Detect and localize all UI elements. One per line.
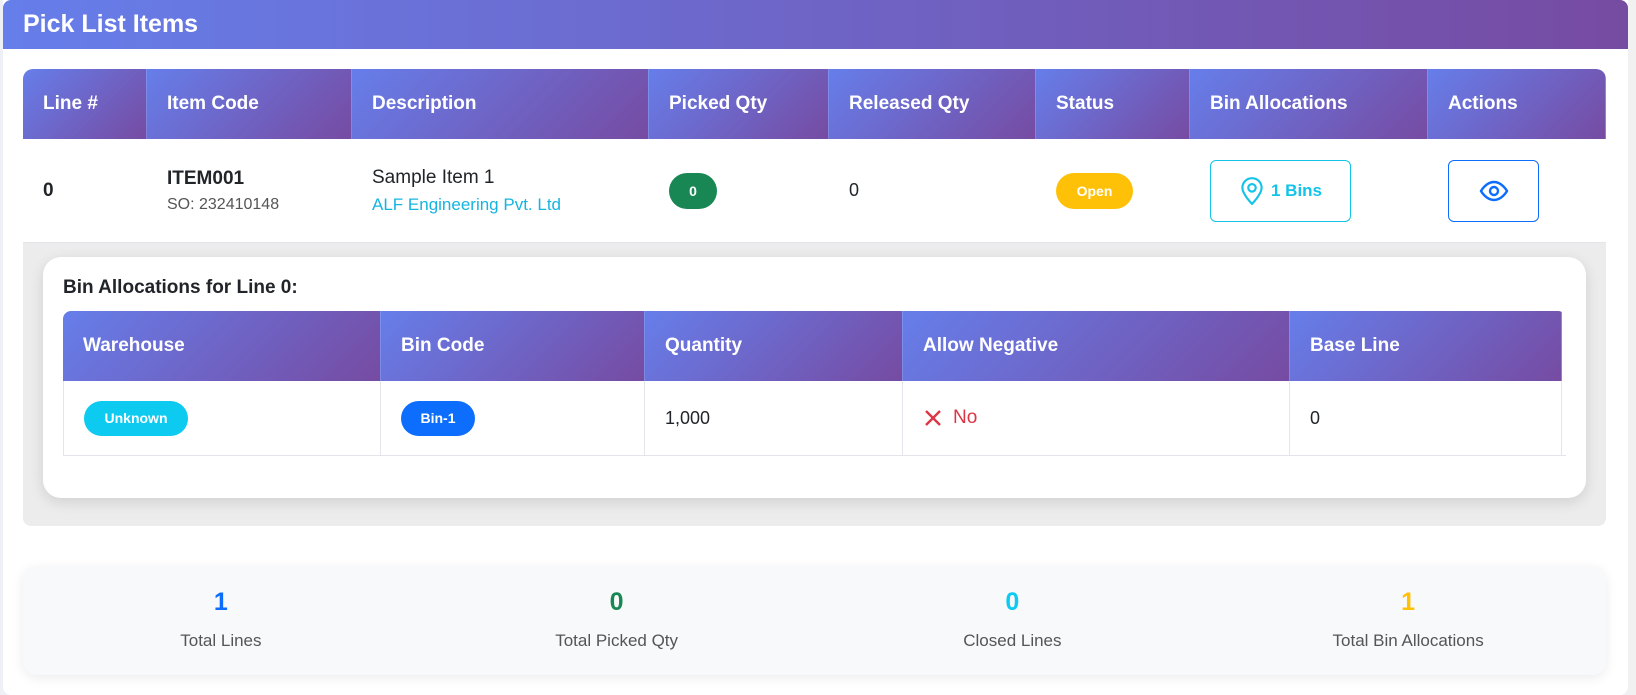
customer-name: ALF Engineering Pvt. Ltd (372, 194, 562, 214)
bin-table-header: Warehouse Bin Code Quantity Allow Negati… (63, 311, 1566, 381)
allow-negative-label: No (953, 407, 978, 428)
sales-order-ref: SO: 232410148 (167, 195, 280, 213)
line-number: 0 (43, 179, 54, 201)
col-header-warehouse: Warehouse (63, 311, 381, 381)
stat-label: Closed Lines (963, 631, 1062, 650)
warehouse-badge: Unknown (84, 400, 188, 436)
stat-total-picked-qty: 0 Total Picked Qty (419, 566, 815, 675)
allow-negative-value: No (923, 407, 977, 429)
eye-icon (1479, 180, 1508, 201)
col-header-status[interactable]: Status (1036, 69, 1190, 139)
picked-qty-badge: 0 (669, 172, 717, 209)
pick-list-table: Line # Item Code Description Picked Qty … (23, 69, 1606, 526)
view-button[interactable] (1448, 159, 1539, 222)
released-qty: 0 (849, 180, 860, 200)
col-header-bin-code: Bin Code (381, 311, 645, 381)
map-pin-icon (1241, 176, 1263, 205)
col-header-allow-negative: Allow Negative (903, 311, 1290, 381)
stat-closed-lines: 0 Closed Lines (815, 566, 1211, 675)
stat-total-lines: 1 Total Lines (23, 566, 419, 675)
col-header-released-qty[interactable]: Released Qty (829, 69, 1036, 139)
col-header-description[interactable]: Description (352, 69, 649, 139)
stat-value: 0 (609, 588, 624, 616)
x-icon (925, 410, 941, 426)
col-header-picked-qty[interactable]: Picked Qty (649, 69, 829, 139)
stat-label: Total Lines (180, 631, 262, 650)
status-badge: Open (1056, 172, 1133, 209)
stat-value: 0 (1005, 588, 1020, 616)
col-header-item-code[interactable]: Item Code (147, 69, 352, 139)
stat-label: Total Picked Qty (555, 631, 679, 650)
bins-count-label: 1 Bins (1270, 180, 1323, 200)
item-description: Sample Item 1 (372, 166, 495, 188)
col-header-actions: Actions (1428, 69, 1606, 139)
pick-list-card: Pick List Items Line # Item Code Descrip… (3, 0, 1628, 695)
col-header-quantity: Quantity (645, 311, 903, 381)
card-title: Pick List Items (3, 0, 1628, 49)
bin-allocations-panel: Bin Allocations for Line 0: Warehouse Bi… (23, 243, 1606, 526)
table-header-row: Line # Item Code Description Picked Qty … (23, 69, 1606, 139)
bin-quantity: 1,000 (665, 407, 711, 428)
bin-allocations-button[interactable]: 1 Bins (1210, 159, 1351, 222)
stat-label: Total Bin Allocations (1332, 631, 1484, 650)
summary-panel: 1 Total Lines 0 Total Picked Qty 0 Close… (23, 566, 1606, 675)
table-row[interactable]: 0 ITEM001 SO: 232410148 Sample Item 1 AL… (23, 139, 1606, 243)
bin-allocations-card: Bin Allocations for Line 0: Warehouse Bi… (43, 257, 1586, 498)
bin-allocations-title: Bin Allocations for Line 0: (63, 277, 298, 298)
base-line-value: 0 (1310, 407, 1321, 428)
col-header-line[interactable]: Line # (23, 69, 147, 139)
table-row: Unknown Bin-1 1,000 No 0 (63, 381, 1566, 456)
page-scrollbar[interactable] (1628, 0, 1636, 695)
stat-total-bin-allocations: 1 Total Bin Allocations (1210, 566, 1606, 675)
stat-value: 1 (213, 588, 228, 616)
item-code: ITEM001 (167, 167, 245, 189)
col-header-base-line: Base Line (1290, 311, 1562, 381)
stat-value: 1 (1401, 588, 1416, 616)
bin-code-badge: Bin-1 (401, 400, 475, 436)
col-header-bin-allocations[interactable]: Bin Allocations (1190, 69, 1428, 139)
